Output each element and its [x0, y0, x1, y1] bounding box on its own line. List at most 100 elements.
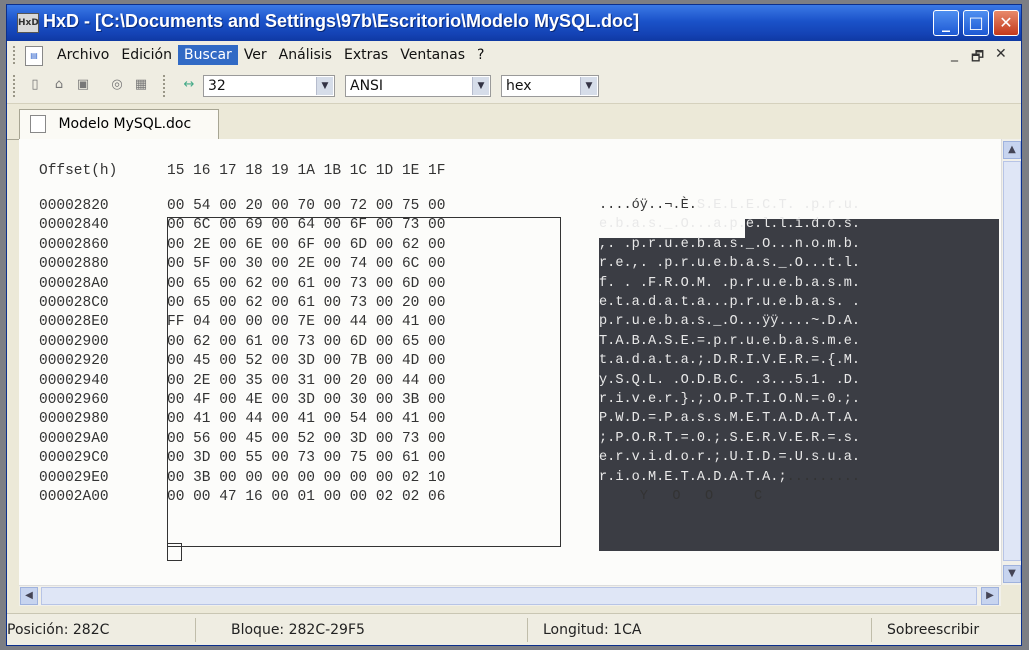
open-disk-icon[interactable]: ◎	[107, 77, 127, 95]
chevron-down-icon[interactable]: ▼	[472, 77, 489, 95]
row-hex-bytes[interactable]: 00 54 00 20 00 70 00 72 00 75 00	[167, 198, 445, 214]
row-offset: 00002A00	[39, 489, 109, 505]
tab-strip: Modelo MySQL.doc	[7, 103, 1021, 140]
open-file-icon[interactable]: ⌂	[49, 77, 69, 95]
minimize-button[interactable]: _	[933, 10, 959, 36]
row-hex-bytes[interactable]: 00 62 00 61 00 73 00 6D 00 65 00	[167, 334, 445, 350]
hex-row[interactable]: 000029C0 00 3D 00 55 00 73 00 75 00 61 00…	[19, 450, 1001, 469]
hex-row[interactable]: 00002880 00 5F 00 30 00 2E 00 74 00 6C 00…	[19, 256, 1001, 275]
hex-row[interactable]: 00002900 00 62 00 61 00 73 00 6D 00 65 00…	[19, 334, 1001, 353]
document-system-menu-icon[interactable]: ▤	[25, 46, 43, 66]
row-offset: 00002860	[39, 236, 109, 253]
row-hex-bytes[interactable]: 00 65 00 62 00 61 00 73 00 20 00	[167, 295, 445, 311]
scroll-right-icon[interactable]: ▶	[981, 587, 999, 605]
menu-item-archivo[interactable]: Archivo	[51, 45, 115, 65]
title-bar[interactable]: HxD HxD - [C:\Documents and Settings\97b…	[7, 5, 1021, 41]
charset-select[interactable]: ANSI ▼	[345, 75, 491, 97]
row-hex-bytes[interactable]: 00 3B 00 00 00 00 00 00 00 02 10	[167, 470, 445, 486]
row-text[interactable]: T.A.B.A.S.E.=.p.r.u.e.b.a.s.m.e.	[599, 334, 860, 349]
row-text[interactable]: r.i.o.M.E.T.A.D.A.T.A.;.........	[599, 470, 860, 485]
hex-row[interactable]: 000029E0 00 3B 00 00 00 00 00 00 00 02 10…	[19, 470, 1001, 489]
row-text[interactable]: P.W.D.=.P.a.s.s.M.E.T.A.D.A.T.A.	[599, 411, 860, 426]
chevron-down-icon[interactable]: ▼	[316, 77, 333, 95]
tab-label: Modelo MySQL.doc	[58, 116, 192, 132]
bytes-per-row-icon: ↔	[183, 77, 195, 92]
save-icon[interactable]: ▣	[73, 77, 93, 95]
row-offset: 000028E0	[39, 314, 109, 331]
new-file-icon[interactable]: ▯	[25, 77, 45, 95]
row-text[interactable]: r.e.,. .p.r.u.e.b.a.s._.O...t.l.	[599, 256, 860, 271]
row-offset: 00002960	[39, 392, 109, 408]
hex-editor-view[interactable]: Offset(h) 15 16 17 18 19 1A 1B 1C 1D 1E …	[19, 139, 1001, 585]
status-separator	[195, 618, 196, 642]
menu-grip-handle[interactable]	[13, 46, 18, 64]
row-hex-bytes[interactable]: 00 45 00 52 00 3D 00 7B 00 4D 00	[167, 353, 445, 369]
mdi-restore-button[interactable]: 🗗	[971, 46, 984, 70]
row-text[interactable]: e.b.a.s._.O...a.p.e.l.l.i.d.o.s.	[599, 217, 860, 232]
menu-item-extras[interactable]: Extras	[338, 45, 394, 65]
tab-modelo-mysql-doc[interactable]: Modelo MySQL.doc	[19, 109, 219, 139]
row-hex-bytes[interactable]: 00 4F 00 4E 00 3D 00 30 00 3B 00	[167, 392, 445, 408]
hex-row[interactable]: 00002820 00 54 00 20 00 70 00 72 00 75 00…	[19, 198, 1001, 217]
row-hex-bytes[interactable]: 00 3D 00 55 00 73 00 75 00 61 00	[167, 450, 445, 466]
toolbar-grip-handle[interactable]	[13, 75, 18, 97]
menu-item-buscar[interactable]: Buscar	[178, 45, 238, 65]
menu-item-ver[interactable]: Ver	[238, 45, 273, 65]
row-text[interactable]: Y O O C	[599, 489, 778, 504]
row-hex-bytes[interactable]: 00 00 47 16 00 01 00 00 02 02 06	[167, 489, 445, 505]
scroll-left-icon[interactable]: ◀	[20, 587, 38, 605]
vertical-scrollbar[interactable]: ▲ ▼	[1001, 139, 1021, 585]
row-hex-bytes[interactable]: FF 04 00 00 00 7E 00 44 00 41 00	[167, 314, 445, 330]
scroll-up-icon[interactable]: ▲	[1003, 141, 1021, 159]
row-hex-bytes[interactable]: 00 2E 00 35 00 31 00 20 00 44 00	[167, 373, 445, 389]
hex-row[interactable]: 000028A0 00 65 00 62 00 61 00 73 00 6D 00…	[19, 276, 1001, 295]
hxd-app-icon[interactable]: HxD	[17, 13, 39, 33]
row-text[interactable]: f. . .F.R.O.M. .p.r.u.e.b.a.s.m.	[599, 276, 860, 291]
hex-row[interactable]: 00002840 00 6C 00 69 00 64 00 6F 00 73 00…	[19, 217, 1001, 236]
row-text[interactable]: ....óÿ..¬.È.S.E.L.E.C.T. .p.r.u.	[599, 198, 860, 213]
bytes-per-row-select[interactable]: 32 ▼	[203, 75, 335, 97]
horizontal-scrollbar[interactable]: ◀ ▶	[19, 585, 1001, 606]
horizontal-scroll-thumb[interactable]	[41, 587, 977, 605]
offset-base-value: hex	[506, 78, 532, 94]
selection-end-gap	[874, 551, 1000, 571]
row-hex-bytes[interactable]: 00 5F 00 30 00 2E 00 74 00 6C 00	[167, 256, 445, 272]
row-text[interactable]: y.S.Q.L. .O.D.B.C. .3...5.1. .D.	[599, 373, 860, 388]
row-hex-bytes[interactable]: 00 56 00 45 00 52 00 3D 00 73 00	[167, 431, 445, 447]
document-icon	[30, 115, 46, 133]
row-hex-bytes[interactable]: 00 65 00 62 00 61 00 73 00 6D 00	[167, 276, 445, 292]
row-text[interactable]: t.a.d.a.t.a.;.D.R.I.V.E.R.=.{.M.	[599, 353, 860, 368]
mdi-minimize-button[interactable]: _	[951, 46, 958, 62]
hex-row[interactable]: 00002920 00 45 00 52 00 3D 00 7B 00 4D 00…	[19, 353, 1001, 372]
mdi-close-button[interactable]: ✕	[995, 46, 1007, 62]
row-offset: 00002940	[39, 372, 109, 389]
row-hex-bytes[interactable]: 00 6C 00 69 00 64 00 6F 00 73 00	[167, 217, 445, 233]
hex-row[interactable]: 00002A00 00 00 47 16 00 01 00 00 02 02 06…	[19, 489, 1001, 508]
menu-item-ventanas[interactable]: Ventanas	[394, 45, 471, 65]
hex-row[interactable]: 000028C0 00 65 00 62 00 61 00 73 00 20 00…	[19, 295, 1001, 314]
menu-item-edición[interactable]: Edición	[115, 45, 178, 65]
hex-row[interactable]: 00002960 00 4F 00 4E 00 3D 00 30 00 3B 00…	[19, 392, 1001, 411]
close-button[interactable]: ✕	[993, 10, 1019, 36]
hex-row[interactable]: 00002980 00 41 00 44 00 41 00 54 00 41 00…	[19, 411, 1001, 430]
scroll-down-icon[interactable]: ▼	[1003, 565, 1021, 583]
row-text[interactable]: ,. .p.r.u.e.b.a.s._.O...n.o.m.b.	[599, 237, 860, 252]
hex-row[interactable]: 00002940 00 2E 00 35 00 31 00 20 00 44 00…	[19, 373, 1001, 392]
row-text[interactable]: p.r.u.e.b.a.s._.O...ÿÿ....~.D.A.	[599, 314, 860, 329]
maximize-button[interactable]: □	[963, 10, 989, 36]
menu-item-análisis[interactable]: Análisis	[273, 45, 338, 65]
open-ram-icon[interactable]: ▦	[131, 77, 151, 95]
menu-item-help[interactable]: ?	[471, 45, 490, 65]
row-text[interactable]: e.r.v.i.d.o.r.;.U.I.D.=.U.s.u.a.	[599, 450, 860, 465]
row-hex-bytes[interactable]: 00 2E 00 6E 00 6F 00 6D 00 62 00	[167, 237, 445, 253]
row-text[interactable]: e.t.a.d.a.t.a...p.r.u.e.b.a.s. .	[599, 295, 860, 310]
vertical-scroll-thumb[interactable]	[1003, 161, 1021, 561]
chevron-down-icon[interactable]: ▼	[580, 77, 597, 95]
hex-row[interactable]: 000028E0 FF 04 00 00 00 7E 00 44 00 41 00…	[19, 314, 1001, 333]
row-text[interactable]: r.i.v.e.r.}.;.O.P.T.I.O.N.=.0.;.	[599, 392, 860, 407]
row-hex-bytes[interactable]: 00 41 00 44 00 41 00 54 00 41 00	[167, 411, 445, 427]
hex-row[interactable]: 000029A0 00 56 00 45 00 52 00 3D 00 73 00…	[19, 431, 1001, 450]
offset-base-select[interactable]: hex ▼	[501, 75, 599, 97]
hex-row[interactable]: 00002860 00 2E 00 6E 00 6F 00 6D 00 62 00…	[19, 237, 1001, 256]
row-text[interactable]: ;.P.O.R.T.=.0.;.S.E.R.V.E.R.=.s.	[599, 431, 860, 446]
